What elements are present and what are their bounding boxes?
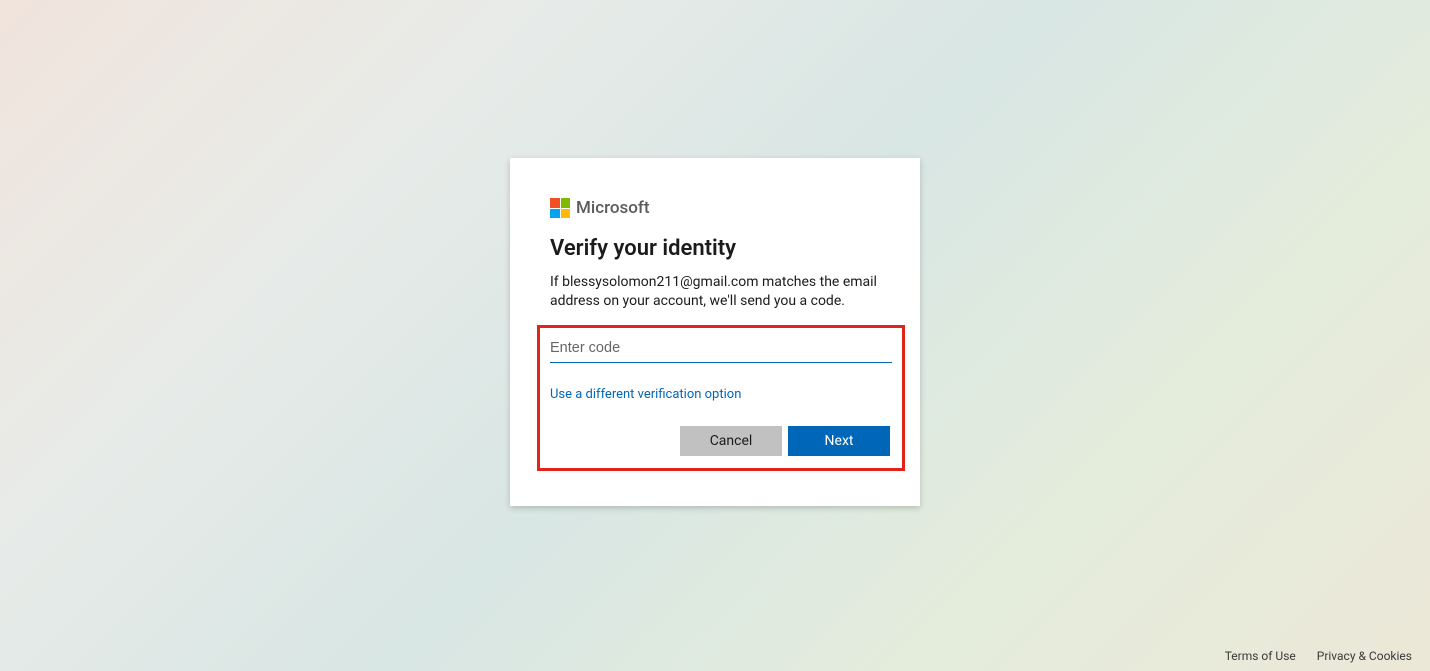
page-title: Verify your identity — [550, 236, 880, 261]
next-button[interactable]: Next — [788, 426, 890, 456]
verify-identity-card: Microsoft Verify your identity If blessy… — [510, 158, 920, 506]
microsoft-logo-icon — [550, 198, 570, 218]
footer-links: Terms of Use Privacy & Cookies — [1207, 649, 1412, 663]
instruction-text: If blessysolomon211@gmail.com matches th… — [550, 273, 880, 311]
code-input[interactable] — [550, 336, 892, 363]
different-verification-link[interactable]: Use a different verification option — [550, 387, 741, 402]
brand-name: Microsoft — [576, 198, 650, 218]
terms-of-use-link[interactable]: Terms of Use — [1225, 649, 1296, 663]
brand-row: Microsoft — [550, 198, 880, 218]
highlighted-form-region: Use a different verification option Canc… — [537, 325, 905, 471]
privacy-cookies-link[interactable]: Privacy & Cookies — [1317, 649, 1412, 663]
button-row: Cancel Next — [550, 426, 892, 456]
cancel-button[interactable]: Cancel — [680, 426, 782, 456]
